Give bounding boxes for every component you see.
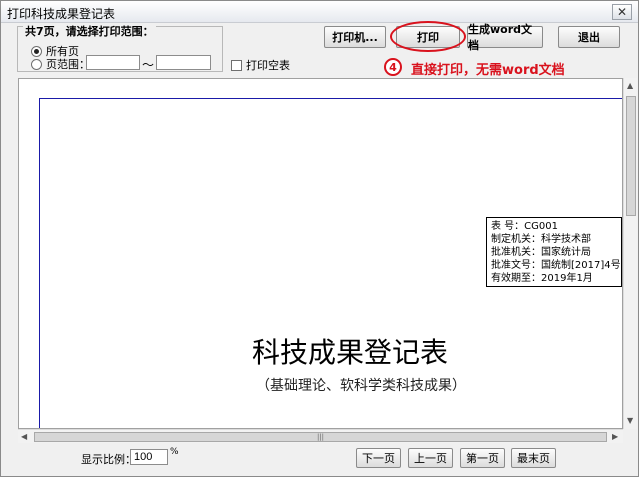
info-line: 制定机关：科学技术部 [491, 234, 591, 245]
print-blank-checkbox[interactable] [231, 59, 242, 71]
scroll-up-arrow-icon[interactable]: ▲ [627, 81, 633, 90]
form-info-box: 表 号：CG001 制定机关：科学技术部 批准机关：国家统计局 批准文号：国统制… [486, 217, 622, 287]
scroll-down-arrow-icon[interactable]: ▼ [627, 416, 633, 425]
info-line: 批准文号：国统制[2017]4号 [491, 260, 621, 271]
title-bar: 打印科技成果登记表 ✕ [1, 1, 638, 23]
vertical-scrollbar[interactable]: ▲ ▼ [623, 78, 637, 429]
generate-word-button[interactable]: 生成word文档 [467, 23, 543, 52]
info-line: 表 号：CG001 [491, 221, 558, 232]
document-subtitle: （基础理论、软科学类科技成果） [256, 378, 466, 394]
zoom-input[interactable] [130, 449, 168, 465]
document-title: 科技成果登记表 [252, 336, 449, 369]
first-page-button[interactable]: 第一页 [460, 448, 505, 468]
page-border-left [39, 98, 40, 428]
horizontal-scroll-thumb[interactable]: ||| [34, 432, 607, 442]
next-page-button[interactable]: 下一页 [356, 448, 401, 468]
prev-page-button[interactable]: 上一页 [408, 448, 453, 468]
vertical-scroll-thumb[interactable] [626, 96, 636, 216]
radio-page-range-label: 页范围： [46, 58, 90, 71]
zoom-percent-sign: % [170, 447, 179, 457]
radio-all-pages[interactable] [31, 45, 42, 57]
page-to-input[interactable] [156, 55, 211, 70]
zoom-label: 显示比例： [81, 453, 136, 466]
info-line: 批准机关：国家统计局 [491, 247, 591, 258]
close-button[interactable]: ✕ [612, 4, 632, 20]
step-annotation-note: 直接打印，无需word文档 [411, 63, 565, 78]
horizontal-scrollbar[interactable]: ◀ ||| ▶ [18, 429, 623, 443]
info-line: 有效期至：2019年1月 [491, 273, 593, 284]
step-number-badge: 4 [384, 58, 402, 76]
range-separator: ～ [142, 58, 155, 72]
last-page-button[interactable]: 最末页 [511, 448, 556, 468]
page-border-top [39, 98, 622, 99]
print-blank-label: 打印空表 [246, 59, 290, 72]
window-title: 打印科技成果登记表 [7, 7, 116, 21]
print-blank-row[interactable]: 打印空表 [231, 57, 290, 73]
print-range-legend: 共7页，请选择打印范围： [23, 23, 156, 39]
page-from-input[interactable] [86, 55, 140, 70]
print-preview-area[interactable]: 表 号：CG001 制定机关：科学技术部 批准机关：国家统计局 批准文号：国统制… [18, 78, 623, 429]
print-dialog-window: 打印科技成果登记表 ✕ 共7页，请选择打印范围： 所有页 页范围： ～ 打印空表… [0, 0, 639, 477]
print-button-highlight [390, 21, 466, 52]
radio-page-range-row[interactable]: 页范围： [31, 56, 90, 72]
exit-button[interactable]: 退出 [558, 26, 620, 48]
printer-button[interactable]: 打印机... [324, 26, 386, 48]
radio-page-range[interactable] [31, 58, 42, 70]
scroll-right-arrow-icon[interactable]: ▶ [612, 432, 618, 441]
scroll-left-arrow-icon[interactable]: ◀ [21, 432, 27, 441]
